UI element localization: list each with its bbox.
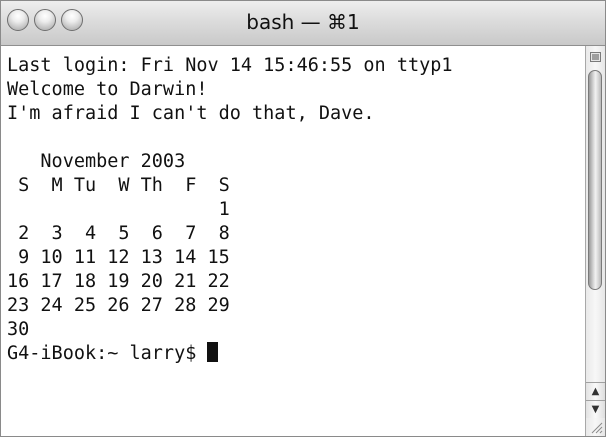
- calendar-month-title: November 2003: [7, 151, 186, 172]
- terminal-line: Last login: Fri Nov 14 15:46:55 on ttyp1: [7, 55, 453, 76]
- terminal-output[interactable]: Last login: Fri Nov 14 15:46:55 on ttyp1…: [1, 46, 585, 436]
- calendar-week-row: 2 3 4 5 6 7 8: [7, 223, 230, 244]
- calendar-week-row: 1: [7, 199, 230, 220]
- window-title: bash — ⌘1: [246, 10, 360, 34]
- scroll-thumb[interactable]: [588, 70, 602, 290]
- calendar-weekday-header: S M Tu W Th F S: [7, 175, 230, 196]
- shell-prompt-line[interactable]: G4-iBook:~ larry$: [7, 342, 219, 366]
- title-bar[interactable]: bash — ⌘1: [1, 1, 605, 46]
- calendar-week-row: 9 10 11 12 13 14 15: [7, 247, 230, 268]
- vertical-scrollbar[interactable]: ▲ ▼: [585, 46, 605, 436]
- scroll-up-arrow-icon[interactable]: ▲: [586, 382, 605, 400]
- terminal-line: I'm afraid I can't do that, Dave.: [7, 103, 375, 124]
- split-pane-icon[interactable]: [590, 52, 601, 62]
- shell-prompt: G4-iBook:~ larry$: [7, 343, 208, 364]
- resize-grip-icon[interactable]: [586, 418, 605, 436]
- text-cursor: [207, 342, 219, 362]
- calendar-week-row: 23 24 25 26 27 28 29: [7, 295, 230, 316]
- calendar-week-row: 16 17 18 19 20 21 22: [7, 271, 230, 292]
- scroll-down-arrow-icon[interactable]: ▼: [586, 400, 605, 418]
- calendar-week-row: 30: [7, 319, 30, 340]
- terminal-window: bash — ⌘1 Last login: Fri Nov 14 15:46:5…: [0, 0, 606, 437]
- terminal-line: Welcome to Darwin!: [7, 79, 208, 100]
